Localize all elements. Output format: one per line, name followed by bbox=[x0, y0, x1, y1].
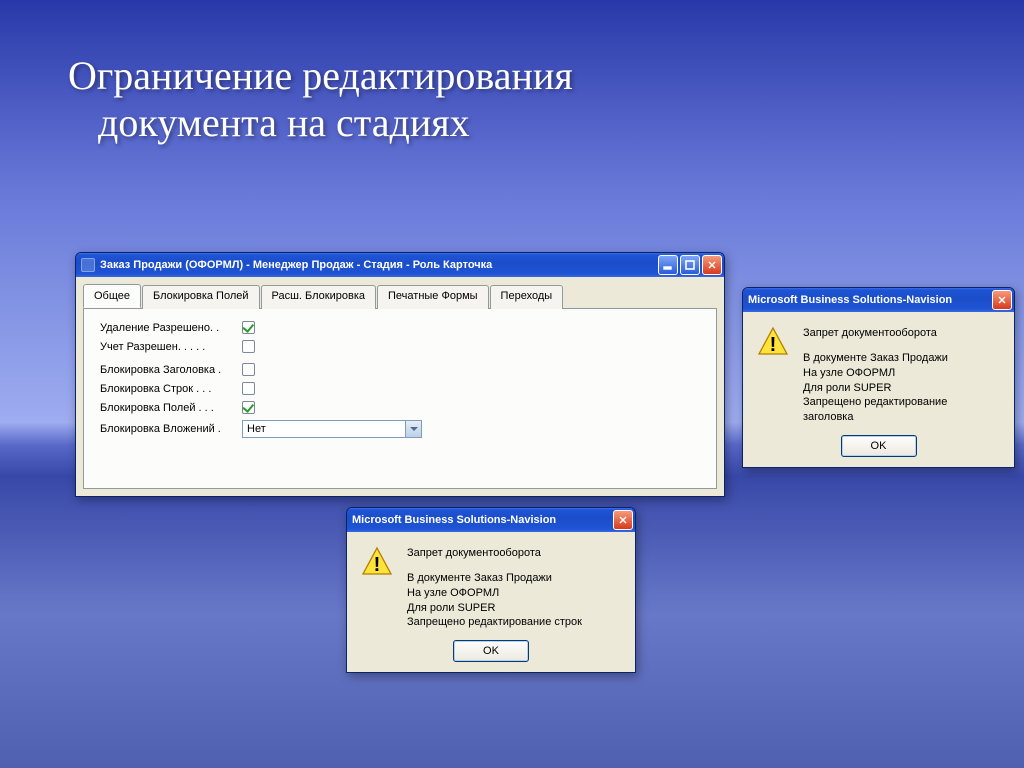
dialog1-titlebar[interactable]: Microsoft Business Solutions-Navision bbox=[743, 288, 1014, 312]
tab-ext-lock[interactable]: Расш. Блокировка bbox=[261, 285, 377, 309]
svg-text:!: ! bbox=[374, 554, 381, 576]
window-title: Заказ Продажи (ОФОРМЛ) - Менеджер Продаж… bbox=[100, 259, 658, 271]
dialog2-ok-button[interactable]: OK bbox=[453, 640, 529, 662]
dialog2-text: Запрет документооборота В документе Зака… bbox=[407, 546, 582, 630]
checkbox-delete-allowed[interactable] bbox=[242, 321, 255, 334]
titlebar[interactable]: Заказ Продажи (ОФОРМЛ) - Менеджер Продаж… bbox=[76, 253, 724, 277]
label-block-lines: Блокировка Строк . . . bbox=[100, 383, 242, 395]
checkbox-block-lines[interactable] bbox=[242, 382, 255, 395]
form-icon bbox=[81, 258, 95, 272]
chevron-down-icon bbox=[405, 421, 421, 437]
warning-dialog-lines: Microsoft Business Solutions-Navision ! … bbox=[346, 507, 636, 673]
warning-dialog-header: Microsoft Business Solutions-Navision ! … bbox=[742, 287, 1015, 468]
maximize-button[interactable] bbox=[680, 255, 700, 275]
minimize-button[interactable] bbox=[658, 255, 678, 275]
dialog2-titlebar[interactable]: Microsoft Business Solutions-Navision bbox=[347, 508, 635, 532]
warning-icon: ! bbox=[757, 326, 789, 358]
label-delete-allowed: Удаление Разрешено. . bbox=[100, 322, 242, 334]
tabstrip: Общее Блокировка Полей Расш. Блокировка … bbox=[83, 284, 717, 309]
dropdown-value: Нет bbox=[247, 423, 266, 435]
label-post-allowed: Учет Разрешен. . . . . bbox=[100, 341, 242, 353]
tab-print-forms[interactable]: Печатные Формы bbox=[377, 285, 489, 309]
label-block-header: Блокировка Заголовка . bbox=[100, 364, 242, 376]
warning-icon: ! bbox=[361, 546, 393, 578]
dialog1-ok-button[interactable]: OK bbox=[841, 435, 917, 457]
checkbox-post-allowed[interactable] bbox=[242, 340, 255, 353]
svg-text:!: ! bbox=[770, 334, 777, 356]
label-block-fields: Блокировка Полей . . . bbox=[100, 402, 242, 414]
slide-title: Ограничение редактирования документа на … bbox=[68, 52, 573, 146]
close-button[interactable] bbox=[702, 255, 722, 275]
label-block-attach: Блокировка Вложений . bbox=[100, 423, 242, 435]
dialog1-title: Microsoft Business Solutions-Navision bbox=[748, 294, 992, 306]
checkbox-block-fields[interactable] bbox=[242, 401, 255, 414]
dialog2-close-button[interactable] bbox=[613, 510, 633, 530]
tab-transitions[interactable]: Переходы bbox=[490, 285, 564, 309]
tab-general[interactable]: Общее bbox=[83, 284, 141, 308]
dialog2-title: Microsoft Business Solutions-Navision bbox=[352, 514, 613, 526]
dialog1-close-button[interactable] bbox=[992, 290, 1012, 310]
dropdown-block-attach[interactable]: Нет bbox=[242, 420, 422, 438]
tab-panel-general: Удаление Разрешено. . Учет Разрешен. . .… bbox=[83, 309, 717, 489]
dialog1-text: Запрет документооборота В документе Зака… bbox=[803, 326, 1000, 425]
tab-field-lock[interactable]: Блокировка Полей bbox=[142, 285, 259, 309]
checkbox-block-header[interactable] bbox=[242, 363, 255, 376]
settings-window: Заказ Продажи (ОФОРМЛ) - Менеджер Продаж… bbox=[75, 252, 725, 497]
